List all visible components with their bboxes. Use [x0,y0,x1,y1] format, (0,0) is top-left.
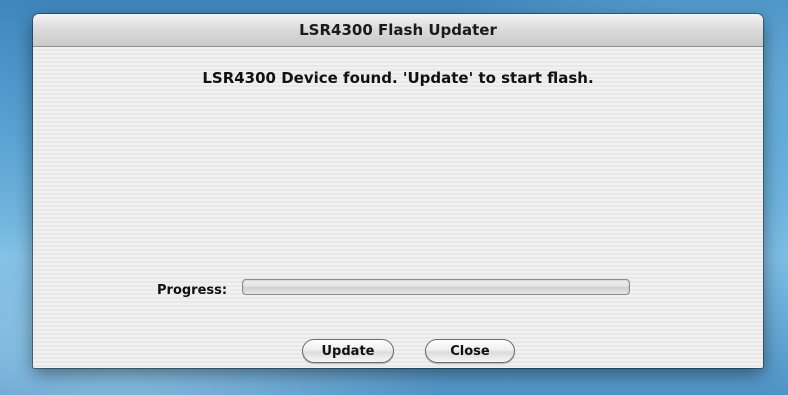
update-button[interactable]: Update [302,339,394,363]
progress-bar [242,279,630,295]
window-content: LSR4300 Device found. 'Update' to start … [33,47,763,368]
window-title: LSR4300 Flash Updater [299,21,497,39]
desktop-background: LSR4300 Flash Updater LSR4300 Device fou… [0,0,788,395]
progress-label: Progress: [157,283,228,298]
flash-updater-window: LSR4300 Flash Updater LSR4300 Device fou… [33,14,763,368]
close-button[interactable]: Close [425,339,515,363]
window-titlebar[interactable]: LSR4300 Flash Updater [33,14,763,47]
status-message: LSR4300 Device found. 'Update' to start … [202,69,594,87]
